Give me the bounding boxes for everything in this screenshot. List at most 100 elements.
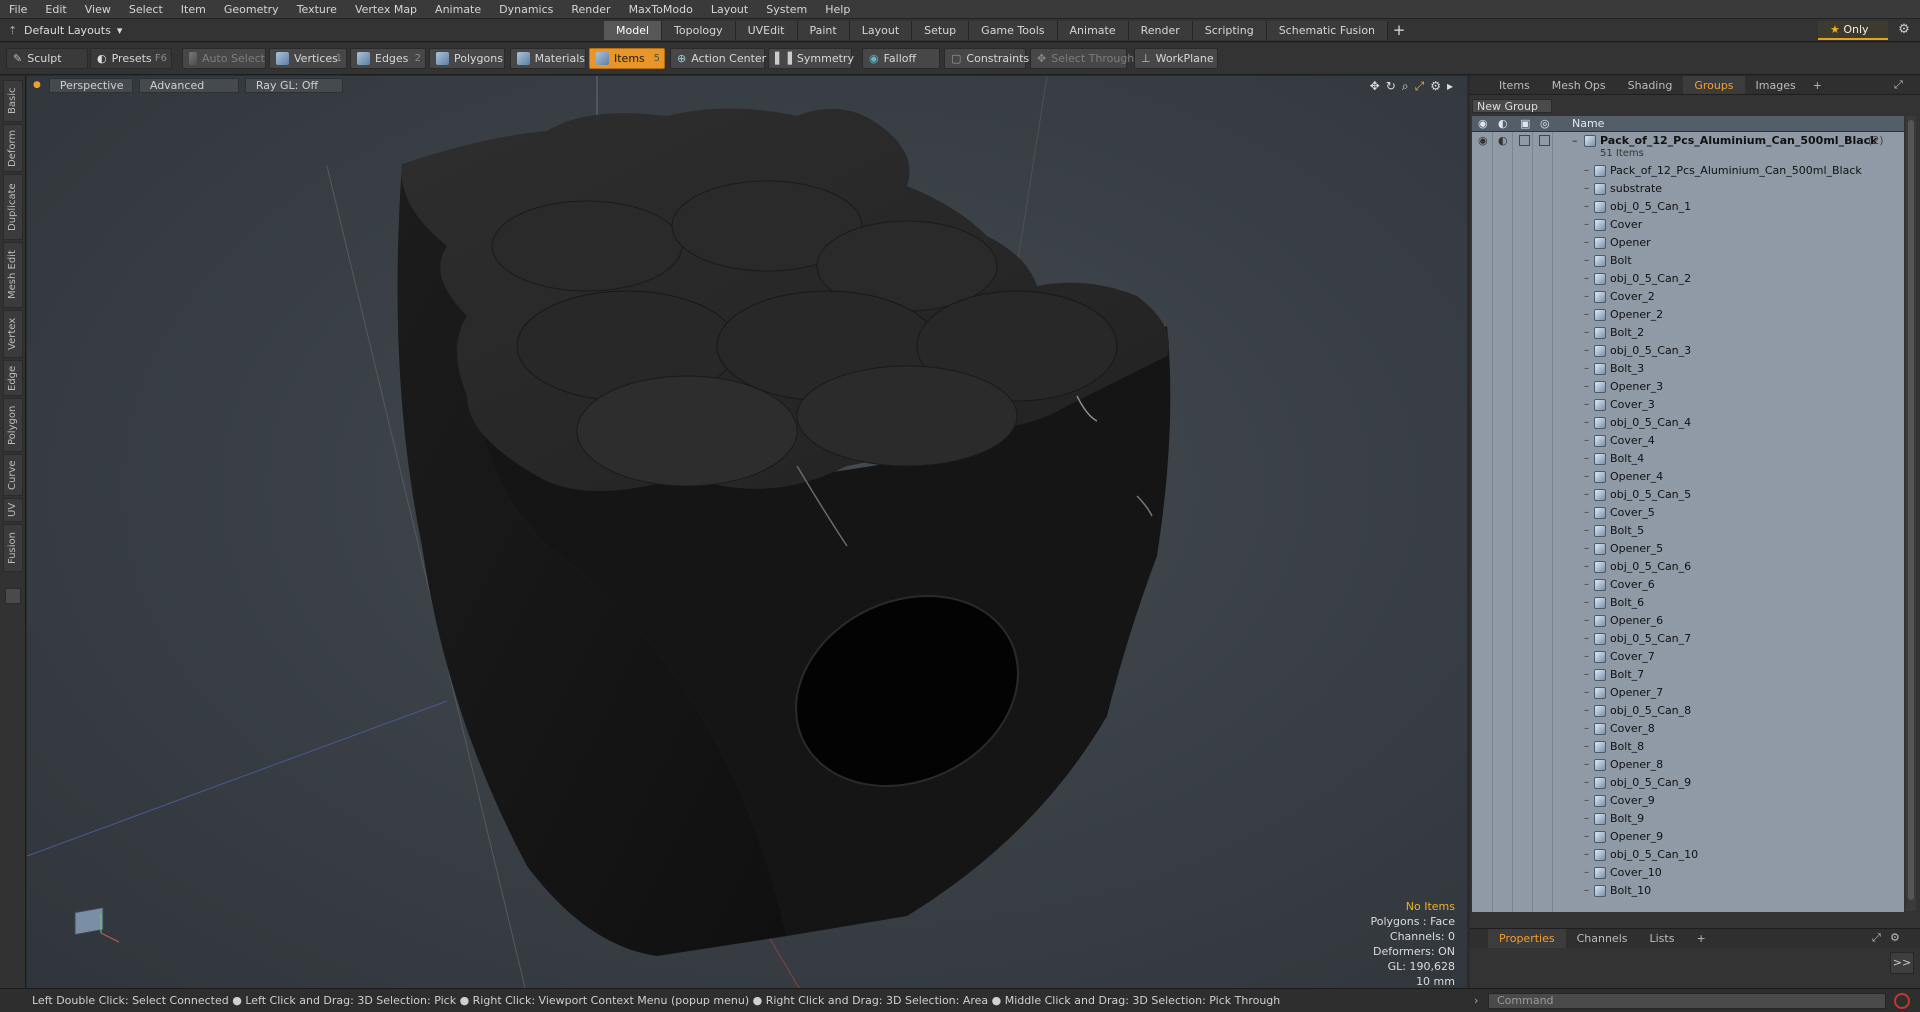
list-item[interactable]: – Cover_3 [1472, 396, 1904, 414]
layouts-dropdown[interactable]: ⇡ Default Layouts ▾ [4, 22, 122, 39]
tab-animate[interactable]: Animate [1057, 21, 1129, 40]
menu-item-vertex-map[interactable]: Vertex Map [346, 3, 426, 16]
list-scrollbar[interactable] [1906, 116, 1916, 911]
left-tab-polygon[interactable]: Polygon [3, 398, 23, 452]
menu-item-file[interactable]: File [0, 3, 36, 16]
left-tab-curve[interactable]: Curve [3, 454, 23, 496]
expand-arrow-icon[interactable]: ▸ [1447, 79, 1453, 94]
vertices-button[interactable]: Vertices 1 [269, 48, 347, 69]
fit-view-icon[interactable]: ⤢ [1415, 79, 1425, 94]
gear-icon[interactable]: ⚙ [1890, 931, 1900, 944]
list-item[interactable]: – Opener_5 [1472, 540, 1904, 558]
tab-scripting[interactable]: Scripting [1192, 21, 1267, 40]
tab-lists[interactable]: Lists [1639, 929, 1686, 948]
list-item[interactable]: – obj_0_5_Can_5 [1472, 486, 1904, 504]
falloff-button[interactable]: ◉ Falloff [862, 48, 940, 69]
add-panel-tab-button[interactable]: + [1807, 76, 1828, 94]
list-item[interactable]: – obj_0_5_Can_3 [1472, 342, 1904, 360]
list-item[interactable]: – Bolt_3 [1472, 360, 1904, 378]
menu-item-animate[interactable]: Animate [426, 3, 490, 16]
perspective-button[interactable]: Perspective [48, 77, 133, 93]
items-button[interactable]: Items 5 [589, 48, 665, 69]
lock-icon[interactable]: ▣ [1520, 116, 1530, 131]
select-checkbox[interactable] [1539, 135, 1550, 146]
left-tab-deform[interactable]: Deform [3, 124, 23, 172]
list-item[interactable]: – Bolt_4 [1472, 450, 1904, 468]
list-item[interactable]: – Cover_5 [1472, 504, 1904, 522]
list-item[interactable]: – obj_0_5_Can_2 [1472, 270, 1904, 288]
tab-properties[interactable]: Properties [1488, 929, 1566, 948]
list-item[interactable]: – Cover_4 [1472, 432, 1904, 450]
menu-item-edit[interactable]: Edit [36, 3, 75, 16]
list-item[interactable]: – Cover_7 [1472, 648, 1904, 666]
tab-shading[interactable]: Shading [1617, 76, 1684, 94]
menu-item-select[interactable]: Select [120, 3, 172, 16]
workplane-button[interactable]: ⊥ WorkPlane [1134, 48, 1218, 69]
tab-items[interactable]: Items [1488, 76, 1541, 94]
gear-icon[interactable]: ⚙ [1896, 22, 1912, 38]
left-tab-mesh-edit[interactable]: Mesh Edit [3, 242, 23, 308]
panel-expand-icon[interactable]: ⤢ [1872, 931, 1881, 945]
left-tab-uv[interactable]: UV [3, 498, 23, 522]
tab-images[interactable]: Images [1745, 76, 1807, 94]
left-tab-vertex[interactable]: Vertex [3, 310, 23, 358]
list-item[interactable]: – Bolt_8 [1472, 738, 1904, 756]
list-item[interactable]: – Opener_6 [1472, 612, 1904, 630]
action-center-button[interactable]: ⊕ Action Center [670, 48, 766, 69]
list-item[interactable]: – Opener_9 [1472, 828, 1904, 846]
list-item[interactable]: – Bolt_9 [1472, 810, 1904, 828]
list-item[interactable]: – Opener_8 [1472, 756, 1904, 774]
add-prop-tab-button[interactable]: + [1685, 929, 1716, 948]
collapse-icon[interactable]: – [1572, 134, 1578, 147]
list-item[interactable]: – Cover_9 [1472, 792, 1904, 810]
tab-layout[interactable]: Layout [849, 21, 913, 40]
list-item[interactable]: – Cover_8 [1472, 720, 1904, 738]
constraints-button[interactable]: ▢ Constraints [944, 48, 1029, 69]
tab-render[interactable]: Render [1128, 21, 1193, 40]
menu-item-system[interactable]: System [757, 3, 816, 16]
tab-game-tools[interactable]: Game Tools [969, 21, 1058, 40]
left-tab-basic[interactable]: Basic [3, 80, 23, 122]
menu-item-help[interactable]: Help [816, 3, 859, 16]
list-item[interactable]: – Bolt_2 [1472, 324, 1904, 342]
lock-checkbox[interactable] [1519, 135, 1530, 146]
menu-item-view[interactable]: View [76, 3, 120, 16]
list-item[interactable]: – Pack_of_12_Pcs_Aluminium_Can_500ml_Blac… [1472, 162, 1904, 180]
materials-button[interactable]: Materials [510, 48, 586, 69]
menu-item-item[interactable]: Item [172, 3, 215, 16]
tab-schematic-fusion[interactable]: Schematic Fusion [1266, 21, 1389, 40]
render-icon[interactable]: ◐ [1498, 134, 1508, 147]
symmetry-button[interactable]: ▌▐ Symmetry [768, 48, 854, 69]
zoom-view-icon[interactable]: ⌕ [1402, 79, 1409, 94]
stop-icon[interactable] [1894, 993, 1910, 1009]
menu-item-texture[interactable]: Texture [288, 3, 346, 16]
left-tab-fusion[interactable]: Fusion [3, 524, 23, 572]
list-item[interactable]: – obj_0_5_Can_4 [1472, 414, 1904, 432]
menu-item-geometry[interactable]: Geometry [215, 3, 288, 16]
list-item[interactable]: – obj_0_5_Can_9 [1472, 774, 1904, 792]
tab-uvedit[interactable]: UVEdit [735, 21, 798, 40]
viewport-settings-icon[interactable]: ⚙ [1430, 79, 1441, 94]
add-tab-button[interactable]: + [1388, 21, 1410, 40]
list-item[interactable]: – obj_0_5_Can_1 [1472, 198, 1904, 216]
list-item[interactable]: – obj_0_5_Can_7 [1472, 630, 1904, 648]
tab-model[interactable]: Model [604, 21, 663, 40]
sculpt-button[interactable]: ✎ Sculpt [6, 48, 88, 69]
rotate-view-icon[interactable]: ↻ [1386, 79, 1396, 94]
new-group-button[interactable]: New Group [1472, 99, 1552, 113]
tab-groups[interactable]: Groups [1683, 76, 1745, 94]
list-item[interactable]: – Cover_10 [1472, 864, 1904, 882]
3d-viewport[interactable]: ● Perspective Advanced Ray GL: Off ✥ ↻ ⌕… [27, 76, 1467, 993]
eye-icon[interactable]: ◉ [1478, 134, 1488, 147]
list-item[interactable]: – obj_0_5_Can_8 [1472, 702, 1904, 720]
advanced-button[interactable]: Advanced [138, 77, 239, 93]
tab-mesh-ops[interactable]: Mesh Ops [1541, 76, 1617, 94]
tab-paint[interactable]: Paint [797, 21, 850, 40]
viewport-menu-dot-icon[interactable]: ● [33, 80, 41, 90]
list-item[interactable]: – Opener [1472, 234, 1904, 252]
list-item[interactable]: – Opener_7 [1472, 684, 1904, 702]
list-item[interactable]: – obj_0_5_Can_10 [1472, 846, 1904, 864]
scrollbar-thumb[interactable] [1908, 120, 1914, 900]
select-through-button[interactable]: ✥ Select Through [1030, 48, 1134, 69]
left-tab-duplicate[interactable]: Duplicate [3, 174, 23, 240]
